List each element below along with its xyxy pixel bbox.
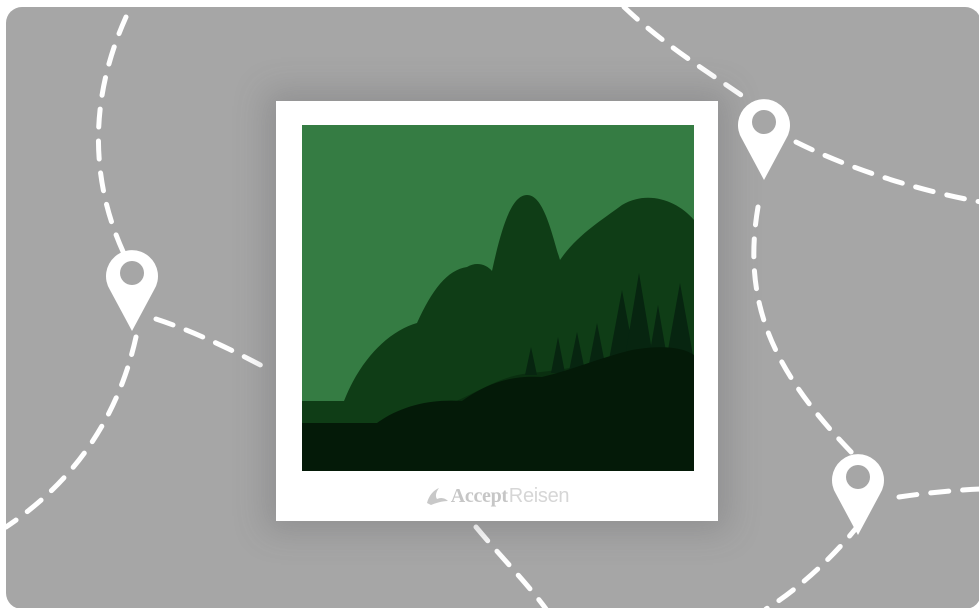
location-pin-icon [738,99,790,180]
landscape-photo [302,125,694,471]
leaf-logo-icon [426,488,448,505]
photo-frame: Accept Reisen [276,101,718,521]
brand-logo: Accept Reisen [276,481,718,511]
location-pin-icon [106,250,158,331]
brand-name-primary: Accept [450,484,508,507]
illustration-card: Accept Reisen [6,7,979,608]
landscape-illustration [302,125,694,471]
stage: Accept Reisen [0,0,979,608]
location-pin-icon [832,454,884,535]
brand-name-secondary: Reisen [508,484,570,507]
